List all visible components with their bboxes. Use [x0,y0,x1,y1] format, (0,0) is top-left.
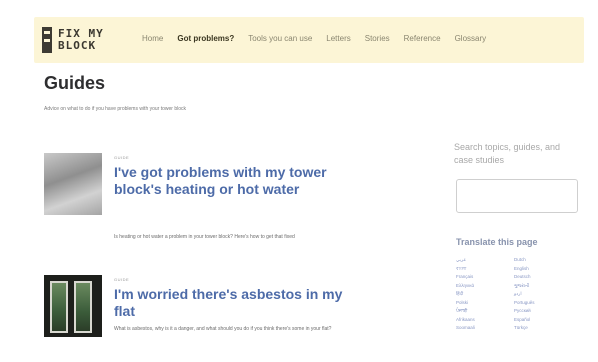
guide-tag: GUIDE [114,155,130,160]
language-link[interactable]: Русский [514,307,572,315]
nav-item-glossary[interactable]: Glossary [455,34,487,43]
language-list: عربي Dutch বাংলা English Français Deutsc… [456,256,576,332]
language-link[interactable]: ਪੰਜਾਬੀ [456,307,514,315]
logo-text-line-2: BLOCK [58,39,97,52]
nav-item-got-problems[interactable]: Got problems? [177,34,234,43]
window-pane [74,281,92,333]
language-link[interactable]: Afrikaans [456,316,514,324]
guide-title-link[interactable]: I've got problems with my tower block's … [114,164,348,198]
guide-thumbnail-image[interactable] [44,275,102,337]
language-link[interactable]: Türkçe [514,324,572,332]
guide-description: Is heating or hot water a problem in you… [114,234,295,240]
language-link[interactable]: Français [456,273,514,281]
page-title: Guides [44,73,106,93]
nav-item-tools[interactable]: Tools you can use [248,34,312,43]
main-nav: Home Got problems? Tools you can use Let… [142,34,500,43]
nav-item-reference[interactable]: Reference [404,34,441,43]
language-link[interactable]: Ελληνικά [456,282,514,290]
translate-heading: Translate this page [456,237,538,247]
language-link[interactable]: ગુજરાતી [514,282,572,290]
search-input[interactable] [456,179,578,213]
page-subtitle: Advice on what to do if you have problem… [44,106,187,112]
language-link[interactable]: Deutsch [514,273,572,281]
language-link[interactable]: Polski [456,299,514,307]
language-link[interactable]: اردو [514,290,572,298]
language-link[interactable]: हिंदी [456,290,514,298]
language-link[interactable]: Soomaali [456,324,514,332]
site-header: FIX MY BLOCK Home Got problems? Tools yo… [34,17,584,63]
search-label: Search topics, guides, and case studies [454,142,561,165]
browser-viewport: FIX MY BLOCK Home Got problems? Tools yo… [4,5,594,359]
language-link[interactable]: عربي [456,256,514,264]
sidebar: Search topics, guides, and case studies … [454,141,584,330]
guide-description: What is asbestos, why is it a danger, an… [114,326,332,332]
nav-item-home[interactable]: Home [142,34,163,43]
site-logo[interactable]: FIX MY BLOCK [42,24,114,56]
language-link[interactable]: Español [514,316,572,324]
guide-title-link[interactable]: I'm worried there's asbestos in my flat [114,286,348,320]
nav-item-letters[interactable]: Letters [326,34,350,43]
guide-tag: GUIDE [114,277,130,282]
tower-block-logo-icon [42,27,52,53]
language-link[interactable]: Português [514,299,572,307]
language-link[interactable]: বাংলা [456,265,514,273]
guide-thumbnail-image[interactable] [44,153,102,215]
window-pane [50,281,68,333]
language-link[interactable]: Dutch [514,256,572,264]
language-link[interactable]: English [514,265,572,273]
nav-item-stories[interactable]: Stories [365,34,390,43]
